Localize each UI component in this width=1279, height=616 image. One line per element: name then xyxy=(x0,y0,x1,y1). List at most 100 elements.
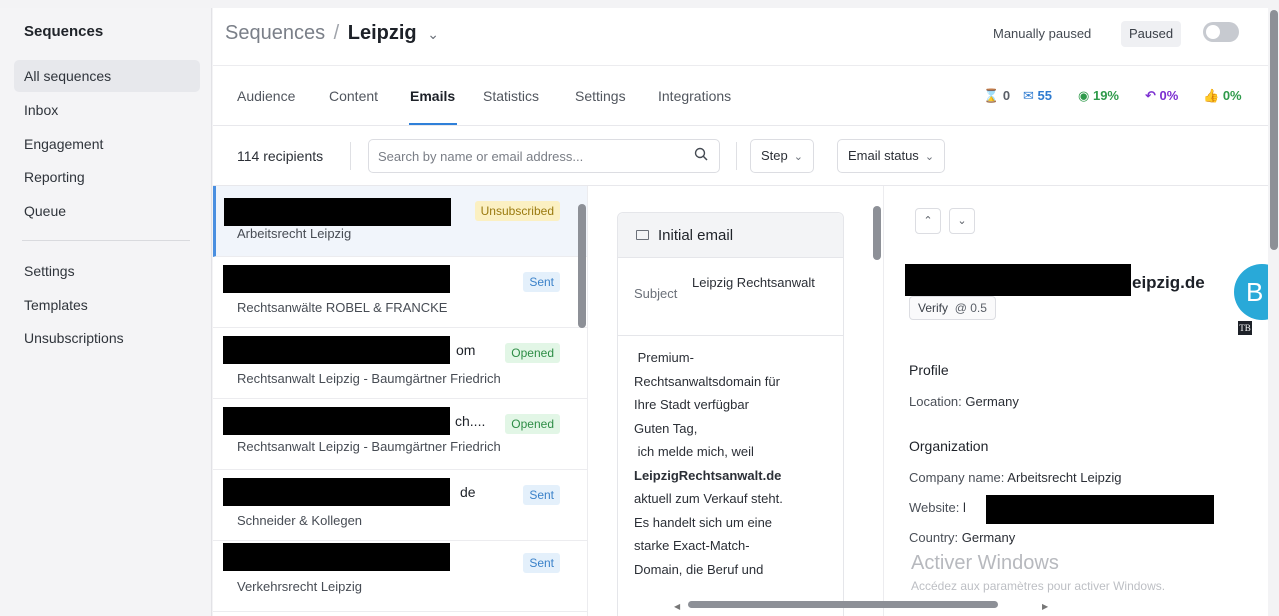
tab-audience[interactable]: Audience xyxy=(237,88,295,104)
email-body: Premium- Rechtsanwaltsdomain für Ihre St… xyxy=(618,336,843,581)
page-scrollbar[interactable] xyxy=(1270,10,1278,250)
sidebar-item-templates[interactable]: Templates xyxy=(14,289,200,321)
website-value-prefix[interactable]: l xyxy=(963,500,966,515)
email-body-line: Guten Tag, xyxy=(634,420,698,436)
redacted-name xyxy=(223,478,450,506)
redacted-name xyxy=(223,265,450,293)
tab-settings[interactable]: Settings xyxy=(575,88,626,104)
status-badge: Unsubscribed xyxy=(474,201,560,221)
stat-pending-value: 0 xyxy=(1002,88,1011,103)
tab-emails[interactable]: Emails xyxy=(410,88,455,104)
breadcrumb-current[interactable]: Leipzig xyxy=(348,22,417,44)
list-item[interactable]: Sent Verkehrsrecht Leipzig xyxy=(213,541,587,612)
hourglass-icon: ⌛ xyxy=(983,88,1000,103)
scroll-left-arrow-icon[interactable]: ◀ xyxy=(674,602,680,611)
search-icon[interactable] xyxy=(694,147,708,161)
stat-sent-value: 55 xyxy=(1037,88,1052,103)
envelope-icon xyxy=(636,230,649,240)
chevron-down-icon[interactable]: ⌄ xyxy=(427,26,439,42)
email-step-header: Initial email xyxy=(618,213,843,258)
stat-pending: ⌛ 0 xyxy=(983,88,1010,104)
contact-details: ⌃ ⌄ eipzig.de Verify @ 0.5 B TB Profile … xyxy=(885,186,1268,616)
status-badge: Paused xyxy=(1121,21,1182,47)
redacted-name xyxy=(223,336,450,364)
sidebar-item-unsubscriptions[interactable]: Unsubscriptions xyxy=(14,322,200,354)
location-label: Location: xyxy=(909,394,962,409)
sidebar-item-engagement[interactable]: Engagement xyxy=(14,128,200,160)
stat-sent: ✉ 55 xyxy=(1023,88,1052,104)
windows-watermark-title: Activer Windows xyxy=(911,552,1059,574)
recipient-org: Schneider & Kollegen xyxy=(237,513,363,528)
preview-scrollbar[interactable] xyxy=(873,206,881,260)
list-scrollbar[interactable] xyxy=(578,204,586,328)
subject-row: Subject Leipzig Rechtsanwalt xyxy=(618,258,843,336)
sidebar-item-settings[interactable]: Settings xyxy=(14,255,200,287)
subject-label: Subject xyxy=(634,286,678,301)
stat-positive: 👍 0% xyxy=(1203,88,1242,104)
company-label: Company name: xyxy=(909,470,1005,485)
sidebar-title: Sequences xyxy=(24,23,104,40)
scroll-right-arrow-icon[interactable]: ▶ xyxy=(1042,602,1048,611)
details-hscrollbar[interactable]: ◀ ▶ xyxy=(670,600,1055,611)
page-header: Sequences / Leipzig ⌄ Manually paused Pa… xyxy=(213,8,1268,66)
email-body-domain: LeipzigRechtsanwalt.de xyxy=(634,467,782,483)
company-field: Company name: Arbeitsrecht Leipzig xyxy=(909,470,1121,485)
eye-icon: ◉ xyxy=(1078,88,1090,103)
manual-pause-label: Manually paused xyxy=(993,26,1092,41)
redacted-website xyxy=(986,495,1214,524)
website-label: Website: xyxy=(909,500,960,515)
subject-value: Leipzig Rechtsanwalt xyxy=(692,275,815,290)
recipient-email-tail: de xyxy=(460,484,476,500)
breadcrumb-root[interactable]: Sequences xyxy=(225,22,325,44)
email-body-line: aktuell zum Verkauf steht. xyxy=(634,491,783,506)
chevron-down-icon: ⌄ xyxy=(793,151,803,163)
next-recipient-button[interactable]: ⌄ xyxy=(949,208,975,234)
recipient-org: Verkehrsrecht Leipzig xyxy=(237,579,363,594)
email-status-dropdown[interactable]: Email status ⌄ xyxy=(837,139,946,173)
verify-button[interactable]: Verify @ 0.5 xyxy=(909,296,996,320)
recipient-org: Arbeitsrecht Leipzig xyxy=(237,226,352,241)
list-item[interactable]: Unsubscribed Arbeitsrecht Leipzig xyxy=(213,186,587,257)
sidebar-item-all-sequences[interactable]: All sequences xyxy=(14,60,200,92)
list-item[interactable]: om Opened Rechtsanwalt Leipzig - Baumgär… xyxy=(213,328,587,399)
tab-content[interactable]: Content xyxy=(329,88,378,104)
sidebar-item-inbox[interactable]: Inbox xyxy=(14,94,200,126)
website-field: Website: l xyxy=(909,500,966,515)
email-step-card[interactable]: Initial email Subject Leipzig Rechtsanwa… xyxy=(617,212,844,616)
stat-positive-value: 0% xyxy=(1222,88,1242,103)
status-badge: Sent xyxy=(523,553,560,573)
divider xyxy=(736,142,737,170)
country-label: Country: xyxy=(909,530,959,545)
tab-statistics[interactable]: Statistics xyxy=(483,88,539,104)
sidebar-item-queue[interactable]: Queue xyxy=(14,195,200,227)
email-status-dropdown-label: Email status xyxy=(848,148,919,163)
breadcrumb: Sequences / Leipzig ⌄ xyxy=(225,22,439,45)
step-dropdown[interactable]: Step ⌄ xyxy=(750,139,814,173)
list-item[interactable]: de Sent Schneider & Kollegen xyxy=(213,470,587,541)
stat-replied-value: 0% xyxy=(1159,88,1179,103)
active-tab-indicator xyxy=(409,123,457,125)
main-panel: Sequences / Leipzig ⌄ Manually paused Pa… xyxy=(213,8,1268,616)
search-input[interactable] xyxy=(368,139,720,173)
email-body-line: Rechtsanwaltsdomain für xyxy=(634,373,780,389)
avatar-badge: TB xyxy=(1238,321,1252,335)
scrollbar-thumb[interactable] xyxy=(688,601,998,608)
list-item[interactable]: Sent Rechtsanwälte ROBEL & FRANCKE xyxy=(213,257,587,328)
sidebar-item-reporting[interactable]: Reporting xyxy=(14,161,200,193)
chevron-down-icon: ⌄ xyxy=(924,151,935,163)
redacted-name xyxy=(223,543,450,571)
status-badge: Sent xyxy=(523,272,560,292)
envelope-icon: ✉ xyxy=(1023,88,1034,103)
thumbs-up-icon: 👍 xyxy=(1203,88,1220,103)
email-body-line: starke Exact-Match- xyxy=(634,538,750,553)
country-field: Country: Germany xyxy=(909,530,1015,545)
stat-opened-value: 19% xyxy=(1092,88,1119,103)
previous-recipient-button[interactable]: ⌃ xyxy=(915,208,941,234)
pause-toggle[interactable] xyxy=(1203,22,1239,42)
list-item[interactable]: ch.... Opened Rechtsanwalt Leipzig - Bau… xyxy=(213,399,587,470)
recipient-count: 114 recipients xyxy=(237,148,324,164)
tab-integrations[interactable]: Integrations xyxy=(658,88,731,104)
company-value: Arbeitsrecht Leipzig xyxy=(1007,470,1122,485)
step-dropdown-label: Step xyxy=(761,148,788,163)
breadcrumb-separator: / xyxy=(333,22,340,44)
